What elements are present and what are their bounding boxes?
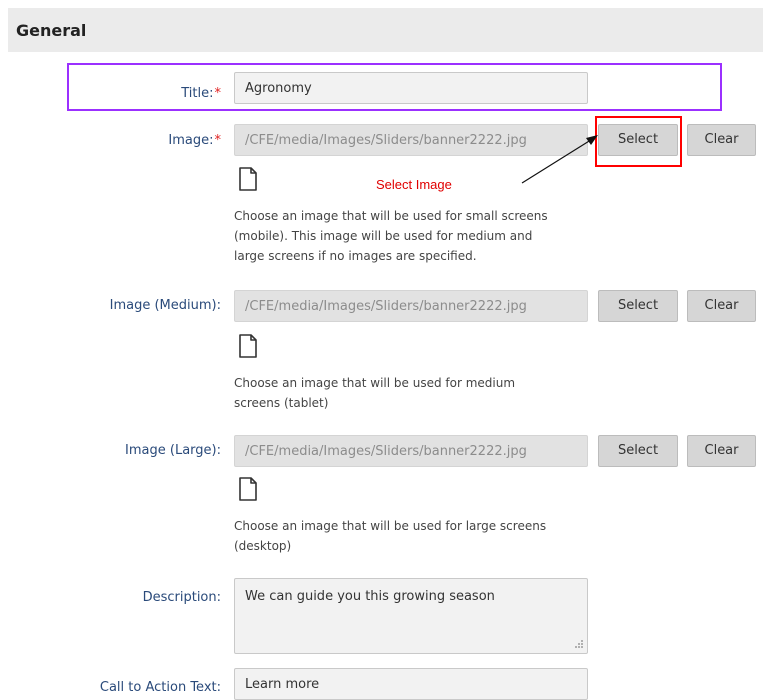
image-large-help-text: Choose an image that will be used for la… [234,519,547,553]
description-textarea[interactable]: We can guide you this growing season [234,578,588,654]
section-title: General [16,21,87,40]
select-image-annotation: Select Image [376,177,452,192]
section-header [8,8,763,52]
description-label: Description: [142,590,221,605]
file-icon [239,477,257,501]
image-medium-clear-button[interactable]: Clear [687,290,756,322]
image-large-clear-button[interactable]: Clear [687,435,756,467]
resize-grip-icon[interactable] [570,637,584,651]
image-label: Image:* [1,133,221,148]
title-label: Title:* [1,86,221,101]
title-input[interactable] [234,72,588,104]
image-help-text: Choose an image that will be used for sm… [234,209,548,263]
title-required-mark: * [214,86,222,101]
select-highlight-box [595,116,682,167]
cta-input[interactable] [234,668,588,700]
image-label-text: Image: [168,133,214,148]
image-clear-button[interactable]: Clear [687,124,756,156]
image-large-label: Image (Large): [125,443,221,458]
title-label-text: Title: [181,86,214,101]
image-large-path-input[interactable] [234,435,588,467]
file-icon [239,334,257,358]
image-medium-select-button[interactable]: Select [598,290,678,322]
image-required-mark: * [214,133,222,148]
image-medium-path-input[interactable] [234,290,588,322]
file-icon [239,167,257,191]
cta-label: Call to Action Text: [99,680,221,695]
image-medium-help-text: Choose an image that will be used for me… [234,376,516,410]
image-medium-label: Image (Medium): [109,298,221,313]
arrow-icon [521,135,598,184]
image-large-select-button[interactable]: Select [598,435,678,467]
